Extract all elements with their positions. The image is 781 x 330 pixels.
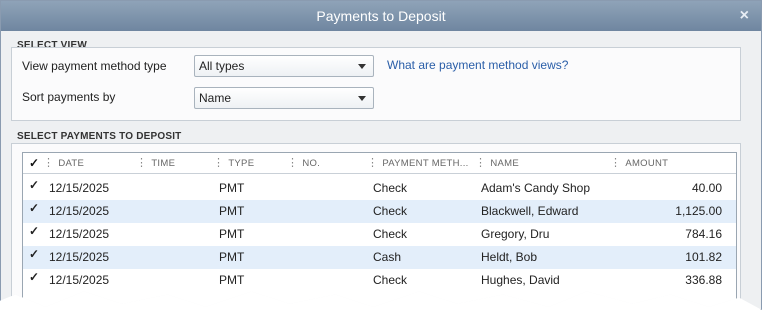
- row-type: PMT: [219, 181, 245, 195]
- row-amount: 101.82: [685, 250, 722, 264]
- column-header-amount[interactable]: AMOUNT: [610, 153, 668, 173]
- payment-method-views-help-link[interactable]: What are payment method views?: [387, 58, 568, 72]
- row-amount: 40.00: [691, 181, 722, 195]
- row-checkmark-icon[interactable]: ✓: [29, 220, 39, 243]
- payment-method-type-value: All types: [199, 59, 245, 73]
- table-row[interactable]: ✓ 12/15/2025 PMT Check Adam's Candy Shop…: [23, 177, 736, 200]
- table-row[interactable]: ✓ 12/15/2025 PMT Check Blackwell, Edward…: [23, 200, 736, 223]
- close-icon[interactable]: ×: [740, 1, 749, 31]
- row-payment-method: Check: [373, 204, 408, 218]
- row-payment-method: Check: [373, 181, 408, 195]
- table-row[interactable]: ✓ 12/15/2025 PMT Check Gregory, Dru 784.…: [23, 223, 736, 246]
- column-header-no[interactable]: NO.: [287, 153, 320, 173]
- sort-payments-value: Name: [199, 91, 232, 105]
- table-row[interactable]: ✓ 12/15/2025 PMT Check Hughes, David 336…: [23, 269, 736, 292]
- window-title: Payments to Deposit: [316, 8, 446, 24]
- table-row[interactable]: ✓ 12/15/2025 PMT Cash Heldt, Bob 101.82: [23, 246, 736, 269]
- select-payments-label: SELECT PAYMENTS TO DEPOSIT: [17, 131, 182, 142]
- row-amount: 336.88: [685, 273, 722, 287]
- row-date: 12/15/2025: [49, 181, 110, 195]
- payment-method-type-label: View payment method type: [22, 59, 167, 73]
- row-date: 12/15/2025: [49, 273, 110, 287]
- table-header: ✓ DATE TIME TYPE NO. PAYMENT METH... NAM…: [23, 153, 736, 174]
- payments-to-deposit-window: Payments to Deposit × SELECT VIEW View p…: [0, 0, 762, 310]
- title-bar: Payments to Deposit ×: [1, 1, 761, 31]
- row-type: PMT: [219, 204, 245, 218]
- select-all-check-header[interactable]: ✓: [29, 153, 39, 173]
- row-date: 12/15/2025: [49, 227, 110, 241]
- row-amount: 1,125.00: [675, 204, 722, 218]
- payments-panel: ✓ DATE TIME TYPE NO. PAYMENT METH... NAM…: [11, 143, 741, 310]
- column-header-type[interactable]: TYPE: [213, 153, 254, 173]
- sort-payments-dropdown[interactable]: Name: [194, 87, 374, 109]
- chevron-down-icon: [358, 96, 366, 101]
- row-name: Adam's Candy Shop: [481, 181, 591, 195]
- column-header-time[interactable]: TIME: [136, 153, 175, 173]
- chevron-down-icon: [358, 64, 366, 69]
- row-type: PMT: [219, 250, 245, 264]
- row-name: Heldt, Bob: [481, 250, 538, 264]
- column-header-payment-method[interactable]: PAYMENT METH...: [367, 153, 469, 173]
- table-row-partial: Housz...: [23, 292, 736, 310]
- row-type: PMT: [219, 227, 245, 241]
- column-header-name[interactable]: NAME: [475, 153, 519, 173]
- row-payment-method: Cash: [373, 250, 402, 264]
- row-checkmark-icon[interactable]: ✓: [29, 266, 39, 289]
- payment-method-type-dropdown[interactable]: All types: [194, 55, 374, 77]
- row-name: Gregory, Dru: [481, 227, 550, 241]
- row-date: 12/15/2025: [49, 204, 110, 218]
- row-amount: 784.16: [685, 227, 722, 241]
- row-payment-method: Check: [373, 227, 408, 241]
- sort-payments-label: Sort payments by: [22, 90, 116, 104]
- row-name-partial: Housz...: [571, 296, 616, 310]
- row-name: Blackwell, Edward: [481, 204, 579, 218]
- row-type: PMT: [219, 273, 245, 287]
- row-date: 12/15/2025: [49, 250, 110, 264]
- payments-table: ✓ DATE TIME TYPE NO. PAYMENT METH... NAM…: [22, 152, 737, 310]
- row-name: Hughes, David: [481, 273, 560, 287]
- row-checkmark-icon[interactable]: ✓: [29, 243, 39, 266]
- column-header-date[interactable]: DATE: [43, 153, 84, 173]
- row-checkmark-icon[interactable]: ✓: [29, 197, 39, 220]
- row-checkmark-icon[interactable]: ✓: [29, 174, 39, 197]
- row-payment-method: Check: [373, 273, 408, 287]
